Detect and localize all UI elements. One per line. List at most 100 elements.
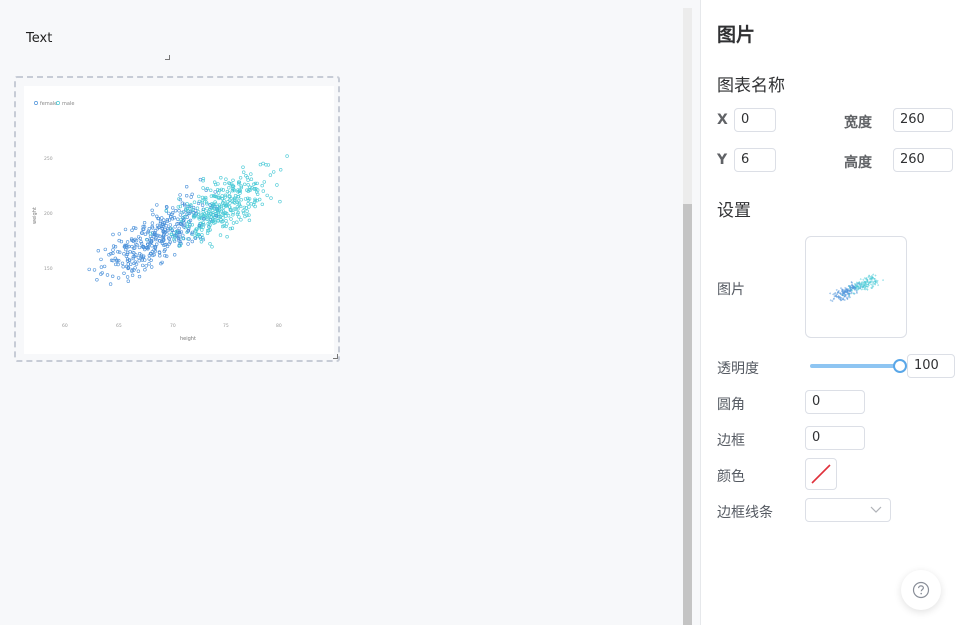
image-thumbnail[interactable] (805, 236, 907, 338)
scatter-point (846, 293, 849, 296)
thumbnail-scatter-preview (829, 273, 884, 302)
scatter-point (862, 278, 865, 281)
scatter-point (867, 276, 870, 278)
scatter-point (223, 181, 227, 186)
scatter-point (216, 188, 220, 192)
opacity-input[interactable]: 100 (907, 354, 955, 378)
scatter-point (843, 299, 846, 301)
color-picker[interactable] (805, 458, 837, 490)
scatter-point (247, 205, 251, 209)
scatter-point (218, 233, 223, 237)
scatter-point (835, 293, 838, 296)
scatter-point (247, 218, 252, 223)
scatter-point (192, 200, 197, 204)
canvas-scrollbar-thumb[interactable] (683, 204, 692, 625)
scatter-point (167, 211, 171, 216)
y-label: Y (717, 152, 728, 168)
text-widget[interactable]: Text (26, 31, 52, 46)
scatter-point (245, 209, 249, 213)
scatter-point (242, 205, 247, 210)
scatter-point (241, 165, 245, 169)
scatter-point (241, 211, 246, 215)
scatter-point (853, 283, 856, 285)
resize-handle-icon[interactable] (333, 354, 338, 359)
scatter-point (837, 295, 840, 297)
width-input[interactable]: 260 (893, 108, 953, 132)
scatter-point (209, 188, 213, 193)
x-tick-label: 80 (276, 323, 282, 329)
scatter-point (200, 203, 205, 207)
scatter-point (219, 175, 223, 180)
scatter-point (151, 212, 155, 217)
scatter-point (173, 208, 178, 213)
scatter-point (181, 233, 185, 238)
scatter-point (864, 288, 867, 291)
scatter-point (139, 241, 144, 246)
x-tick-label: 75 (223, 323, 229, 329)
radius-input[interactable]: 0 (805, 390, 865, 414)
scatter-point (876, 280, 879, 282)
scatter-point (103, 247, 108, 252)
scatter-point (861, 288, 863, 291)
width-label: 宽度 (844, 115, 872, 131)
scatter-point (272, 170, 276, 174)
scatter-point (171, 206, 175, 210)
scatter-point (185, 193, 189, 198)
opacity-slider-handle[interactable] (893, 359, 907, 373)
scatter-point (858, 286, 860, 289)
scatter-point (859, 278, 862, 281)
opacity-slider-track[interactable] (810, 364, 900, 368)
image-widget[interactable]: female male 250 200 150 60 65 70 75 80 h… (14, 76, 340, 362)
x-input[interactable]: 0 (734, 108, 776, 132)
color-label: 颜色 (717, 469, 745, 485)
scatter-point (865, 281, 868, 284)
scatter-plot-image: female male 250 200 150 60 65 70 75 80 h… (24, 86, 334, 354)
scatter-point (190, 239, 195, 244)
scatter-point (872, 273, 875, 276)
scatter-point (262, 180, 267, 184)
border-input[interactable]: 0 (805, 426, 865, 450)
scatter-point (133, 226, 138, 231)
scatter-point (150, 221, 155, 225)
editor-canvas: Text female male 250 200 150 60 65 70 75… (0, 0, 683, 625)
height-input[interactable]: 260 (893, 148, 953, 172)
scatter-point (155, 242, 159, 246)
resize-handle-icon[interactable] (165, 55, 170, 60)
scatter-point (237, 215, 241, 219)
scatter-point (198, 177, 203, 182)
scatter-point (136, 255, 141, 260)
scatter-point (150, 208, 154, 213)
scatter-point (201, 186, 205, 190)
y-tick-label: 200 (44, 211, 53, 217)
scatter-point (845, 296, 848, 299)
scatter-point (150, 244, 154, 248)
scatter-point (96, 249, 101, 253)
scatter-point (831, 300, 834, 302)
help-button[interactable] (901, 570, 941, 610)
border-style-select[interactable] (805, 498, 891, 522)
scatter-point (235, 220, 239, 224)
scatter-point (99, 265, 104, 269)
scatter-point (833, 297, 836, 300)
properties-panel: 图片 图表名称 X 0 宽度 260 Y 6 高度 260 设置 图片 透明度 … (701, 0, 978, 625)
y-axis-label: weight (32, 207, 38, 224)
y-tick-label: 250 (44, 156, 53, 162)
scatter-point (227, 191, 231, 195)
scatter-point (261, 189, 266, 193)
scatter-point (258, 162, 263, 167)
scatter-point (850, 284, 853, 287)
y-input[interactable]: 6 (734, 148, 776, 172)
scatter-point (137, 245, 142, 250)
scatter-point (147, 262, 151, 266)
scatter-point (258, 197, 262, 202)
scatter-point (265, 193, 269, 198)
x-tick-label: 70 (170, 323, 176, 329)
scatter-point (242, 170, 246, 174)
scatter-point (173, 253, 177, 257)
height-label: 高度 (844, 155, 872, 171)
scatter-point (99, 257, 103, 262)
help-icon (912, 581, 930, 599)
chevron-down-icon (870, 506, 882, 513)
scatter-point (225, 189, 230, 194)
scatter-point (178, 213, 183, 217)
